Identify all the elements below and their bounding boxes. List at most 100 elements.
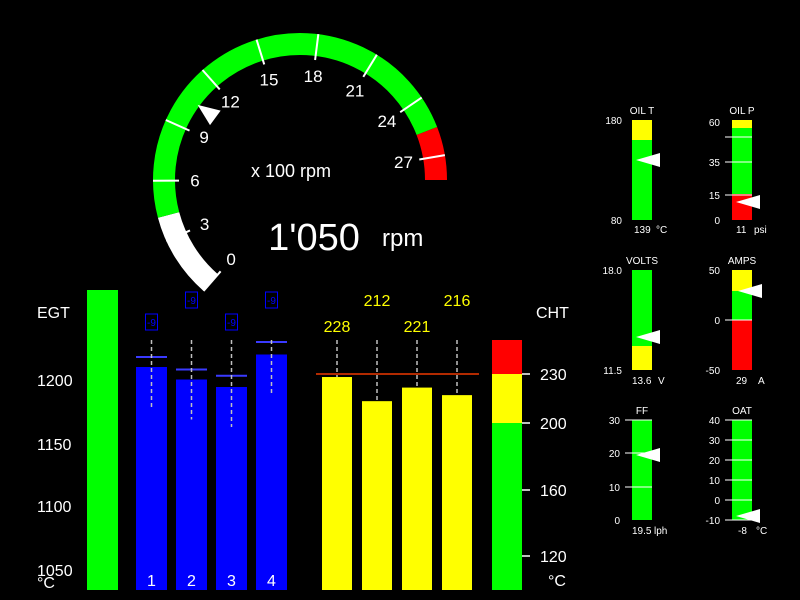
amps-gauge: AMPS 50 0 -50 29 A [706, 256, 765, 387]
fuel-flow-tick: 10 [609, 483, 621, 494]
amps-tick: -50 [706, 366, 721, 377]
cht-bar [442, 395, 472, 590]
amps-tick: 0 [714, 316, 720, 327]
oat-gauge: OAT 40 30 20 10 0 -10 -8 °C [706, 406, 768, 537]
cht-range-green [492, 423, 522, 590]
oil-temp-max: 180 [605, 116, 622, 127]
oil-temp-unit: °C [656, 225, 667, 236]
fuel-flow-label: FF [636, 406, 648, 417]
fuel-flow-unit: lph [654, 526, 667, 537]
oat-reading: -8 [738, 526, 747, 537]
rpm-pointer-icon [197, 104, 221, 126]
rpm-tick-label: 3 [200, 215, 209, 234]
egt-title: EGT [37, 305, 70, 322]
amps-band-green [732, 291, 752, 320]
cht-panel: 228 212 221 216 CHT 230 200 160 120 °C [316, 293, 569, 590]
amps-reading: 29 [736, 376, 748, 387]
cht-range-yellow [492, 374, 522, 423]
oil-pressure-tick: 35 [709, 158, 721, 169]
oat-label: OAT [732, 406, 752, 417]
cht-bar [402, 387, 432, 590]
egt-scale-label: 1100 [37, 499, 72, 516]
cht-value: 228 [324, 319, 351, 336]
cht-scale-label: 120 [540, 549, 567, 566]
oat-unit: °C [756, 526, 767, 537]
rpm-tick-label: 12 [221, 92, 240, 111]
oil-temp-label: OIL T [630, 106, 654, 117]
amps-tick: 50 [709, 266, 721, 277]
oat-tick: 40 [709, 416, 721, 427]
amps-label: AMPS [728, 256, 757, 267]
volts-gauge: VOLTS 18.0 11.5 13.6 V [603, 256, 665, 387]
oil-temp-band-yellow [632, 120, 652, 140]
volts-unit: V [658, 376, 665, 387]
volts-min: 11.5 [603, 366, 622, 377]
egt-unit: °C [37, 575, 55, 592]
oil-pressure-tick: 60 [709, 118, 721, 129]
rpm-tick-label: 18 [304, 67, 323, 86]
cht-value: 212 [364, 293, 391, 310]
oil-pressure-tick: 0 [714, 216, 720, 227]
rpm-tick-label: 6 [190, 172, 199, 191]
cht-value: 216 [444, 293, 471, 310]
fuel-flow-tick: 0 [614, 516, 620, 527]
egt-cylinder-number: 2 [187, 573, 196, 590]
volts-reading: 13.6 [632, 376, 652, 387]
cht-scale-label: 160 [540, 483, 567, 500]
oil-pressure-band-green [732, 128, 752, 194]
cht-range-red [492, 340, 522, 374]
egt-scale-label: 1150 [37, 437, 72, 454]
rpm-arc-red [416, 127, 447, 181]
rpm-tick-label: 15 [260, 71, 279, 90]
volts-label: VOLTS [626, 256, 658, 267]
oat-band-green [732, 420, 752, 520]
rpm-tick-label: 21 [345, 82, 364, 101]
egt-cylinder-bars: -9 1 -9 2 -9 3 -9 4 [136, 291, 287, 590]
rpm-value: 1'050 [268, 217, 360, 259]
oat-tick: 30 [709, 436, 721, 447]
egt-bar [136, 367, 167, 590]
cht-bar [322, 377, 352, 590]
amps-band-red [732, 320, 752, 370]
cht-title: CHT [536, 305, 569, 322]
cht-unit: °C [548, 573, 566, 590]
rpm-unit-label: rpm [382, 225, 423, 252]
cht-bar [362, 401, 392, 590]
oat-tick: 10 [709, 476, 721, 487]
egt-cylinder-number: 4 [267, 573, 276, 590]
oil-temp-min: 80 [611, 216, 623, 227]
oil-temp-gauge: OIL T 180 80 139 °C [605, 106, 667, 236]
fuel-flow-band-green [632, 420, 652, 520]
oil-pressure-label: OIL P [729, 106, 755, 117]
rpm-unit-caption: x 100 rpm [251, 161, 331, 181]
oat-tick: 0 [714, 496, 720, 507]
volts-max: 18.0 [603, 266, 623, 277]
rpm-tick-label: 9 [199, 128, 208, 147]
cht-scale: 230 200 160 120 [522, 367, 567, 566]
oil-temp-band-green [632, 140, 652, 220]
rpm-gauge: 03 6 9 12 15 18 21 24 27 x 100 rpm 1'050 rpm [152, 33, 447, 292]
cht-value: 221 [404, 319, 431, 336]
cht-scale-label: 230 [540, 367, 567, 384]
volts-band-yellow [632, 346, 652, 370]
egt-flag: -9 [227, 318, 236, 329]
rpm-tick-label: 0 [226, 250, 235, 269]
cht-cylinder-bars: 228 212 221 216 [322, 293, 472, 590]
fuel-flow-tick: 30 [609, 416, 621, 427]
egt-range-bar [87, 290, 118, 590]
fuel-flow-tick: 20 [609, 449, 621, 460]
oil-temp-reading: 139 [634, 225, 651, 236]
oil-pressure-tick: 15 [709, 191, 721, 202]
egt-scale-label: 1200 [37, 373, 73, 390]
egt-cylinder-number: 1 [147, 573, 156, 590]
oil-pressure-gauge: OIL P 60 35 15 0 11 psi [709, 106, 767, 236]
oil-pressure-reading: 11 [736, 225, 747, 236]
egt-flag: -9 [147, 318, 156, 329]
amps-unit: A [758, 376, 765, 387]
rpm-tick-label: 24 [377, 112, 396, 131]
fuel-flow-reading: 19.5 [632, 526, 652, 537]
egt-cylinder-number: 3 [227, 573, 236, 590]
oil-pressure-band-red [732, 194, 752, 220]
fuel-flow-gauge: FF 30 20 10 0 19.5 lph [609, 406, 667, 537]
cht-scale-label: 200 [540, 416, 567, 433]
